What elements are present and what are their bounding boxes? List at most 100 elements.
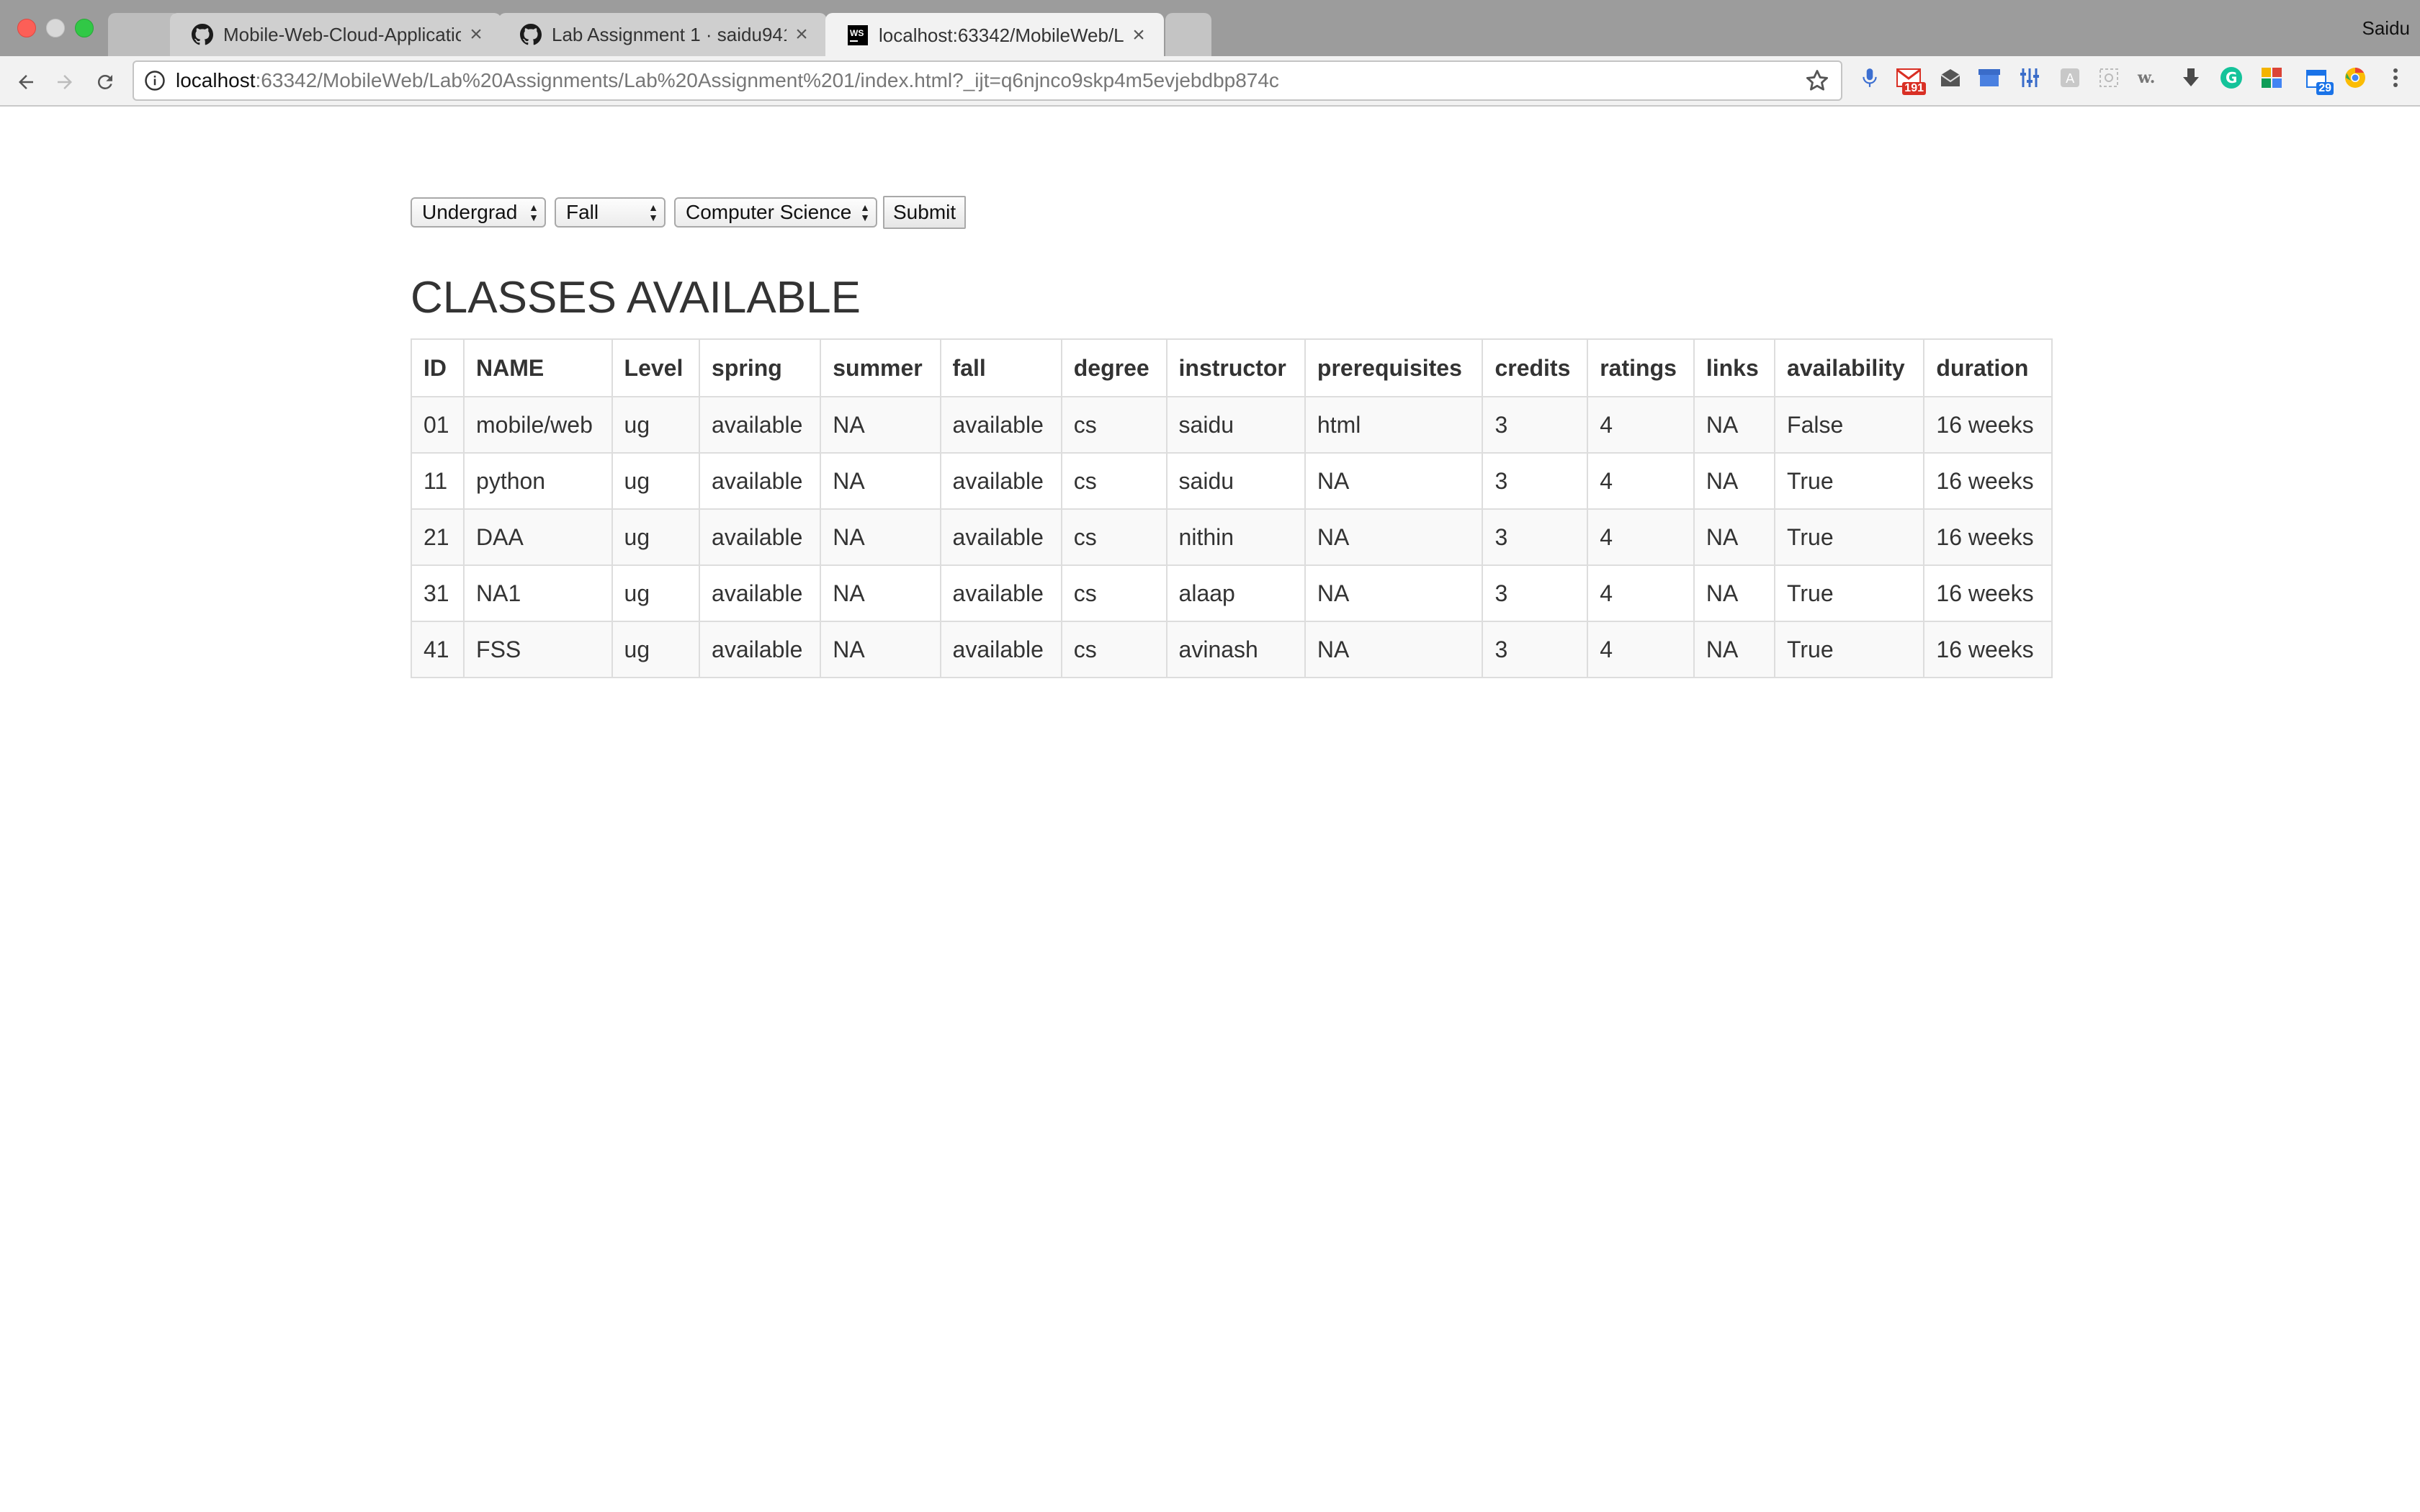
table-cell-degree: cs — [1060, 621, 1168, 678]
tab-localhost[interactable]: WS localhost:63342/MobileWeb/La × — [825, 13, 1164, 58]
table-cell-summer: NA — [820, 621, 941, 678]
table-cell-level: ug — [611, 508, 701, 566]
table-cell-fall: available — [939, 396, 1062, 454]
github-icon — [192, 24, 213, 45]
mail-checker-icon[interactable] — [1937, 65, 1963, 91]
arrow-left-icon — [19, 75, 33, 89]
screenshot-icon[interactable] — [2096, 65, 2122, 91]
more-menu-icon[interactable] — [2383, 65, 2408, 91]
grammarly-icon[interactable]: G — [2218, 65, 2244, 91]
column-header-prerequisites: prerequisites — [1304, 338, 1484, 397]
table-cell-availability: True — [1774, 564, 1925, 622]
table-cell-ratings: 4 — [1587, 564, 1695, 622]
back-button[interactable] — [10, 66, 42, 98]
reload-icon — [97, 74, 112, 89]
bookmark-star-icon[interactable] — [1803, 67, 1831, 94]
close-tab-icon[interactable]: × — [792, 24, 811, 45]
table-cell-availability: True — [1774, 621, 1925, 678]
table-cell-spring: available — [699, 621, 822, 678]
word-extension-icon[interactable]: w. — [2136, 65, 2162, 91]
close-window-button[interactable] — [17, 19, 36, 37]
microphone-icon[interactable] — [1857, 65, 1883, 91]
column-header-level: Level — [611, 338, 701, 397]
table-cell-summer: NA — [820, 452, 941, 510]
table-cell-links: NA — [1693, 564, 1776, 622]
new-tab-button[interactable] — [1165, 13, 1211, 56]
equalizer-icon[interactable] — [2017, 65, 2043, 91]
table-row: 41 FSS ug available NA available cs avinash NA 3 4… — [410, 621, 2053, 678]
table-cell-summer: NA — [820, 396, 941, 454]
reload-button[interactable] — [89, 66, 121, 98]
table-header-row: ID NAME Level spring summer fall degree instruc… — [410, 338, 2053, 397]
table-cell-level: ug — [611, 452, 701, 510]
arrow-right-icon — [58, 75, 72, 89]
level-select[interactable]: Undergrad ▲ ▼ — [411, 197, 546, 228]
table-cell-duration: 16 weeks — [1923, 564, 2053, 622]
download-icon[interactable] — [2178, 65, 2204, 91]
maximize-window-button[interactable] — [75, 19, 94, 37]
table-cell-id: 41 — [410, 621, 465, 678]
table-row: 01 mobile/web ug available NA available cs said… — [410, 396, 2053, 454]
close-tab-icon[interactable]: × — [1129, 24, 1148, 46]
tab-title: localhost:63342/MobileWeb/La — [879, 24, 1124, 46]
column-header-name: NAME — [463, 338, 613, 397]
table-cell-id: 11 — [410, 452, 465, 510]
semester-select-value: Fall — [566, 201, 599, 223]
column-header-degree: degree — [1060, 338, 1168, 397]
photos-extension-icon[interactable] — [2259, 65, 2285, 91]
minimize-window-button[interactable] — [46, 19, 65, 37]
column-header-links: links — [1693, 338, 1776, 397]
tab-lab-assignment[interactable]: Lab Assignment 1 · saidu941/M × — [498, 13, 827, 56]
url-text: localhost:63342/MobileWeb/Lab%20Assignme… — [176, 69, 1803, 92]
column-header-ratings: ratings — [1587, 338, 1695, 397]
table-cell-spring: available — [699, 508, 822, 566]
browser-tab-bar: Mobile-Web-Cloud-Application × Lab Assig… — [0, 0, 2420, 58]
forward-button[interactable] — [49, 66, 81, 98]
column-header-spring: spring — [699, 338, 822, 397]
table-cell-name: NA1 — [463, 564, 613, 622]
table-cell-prerequisites: NA — [1304, 564, 1484, 622]
calendar-day-badge: 29 — [2316, 82, 2334, 95]
table-cell-fall: available — [939, 564, 1062, 622]
department-select[interactable]: Computer Science ▲ ▼ — [674, 197, 877, 228]
table-cell-ratings: 4 — [1587, 396, 1695, 454]
table-cell-instructor: nithin — [1165, 508, 1306, 566]
semester-select[interactable]: Fall ▲ ▼ — [555, 197, 666, 228]
tab-title: Lab Assignment 1 · saidu941/M — [552, 23, 786, 45]
page-content: Undergrad ▲ ▼ Fall ▲ ▼ Computer Science ▲ ▼… — [0, 108, 2420, 1512]
url-host: localhost — [176, 69, 256, 91]
gmail-count-badge: 191 — [1902, 82, 1926, 95]
column-header-duration: duration — [1923, 338, 2053, 397]
webstorm-icon: WS — [847, 24, 869, 46]
tab-title: Mobile-Web-Cloud-Application — [223, 23, 461, 45]
profile-name[interactable]: Saidu — [2362, 17, 2411, 40]
column-header-id: ID — [410, 338, 465, 397]
table-cell-credits: 3 — [1482, 396, 1589, 454]
gray-extension-icon[interactable]: A — [2057, 65, 2083, 91]
tab-mobile-web-cloud[interactable]: Mobile-Web-Cloud-Application × — [170, 13, 501, 56]
table-cell-degree: cs — [1060, 564, 1168, 622]
table-cell-ratings: 4 — [1587, 452, 1695, 510]
level-select-value: Undergrad — [422, 201, 518, 223]
url-path: :63342/MobileWeb/Lab%20Assignments/Lab%2… — [255, 69, 1279, 91]
svg-text:A: A — [2066, 71, 2075, 86]
info-icon[interactable] — [144, 70, 166, 91]
close-tab-icon[interactable]: × — [467, 24, 485, 45]
table-row: 11 python ug available NA available cs saidu NA 3… — [410, 452, 2053, 510]
chrome-extension-icon[interactable] — [2342, 65, 2368, 91]
table-cell-name: python — [463, 452, 613, 510]
table-cell-degree: cs — [1060, 396, 1168, 454]
table-cell-summer: NA — [820, 508, 941, 566]
pinned-tab[interactable] — [108, 13, 180, 56]
archive-icon[interactable] — [1976, 65, 2002, 91]
submit-button[interactable]: Submit — [883, 196, 967, 229]
gmail-icon[interactable]: 191 — [1896, 65, 1926, 95]
table-cell-links: NA — [1693, 621, 1776, 678]
table-cell-instructor: saidu — [1165, 452, 1306, 510]
calendar-icon[interactable]: 29 — [2303, 65, 2334, 95]
classes-table: ID NAME Level spring summer fall degree instruc… — [410, 338, 2053, 678]
github-icon — [520, 24, 542, 45]
address-bar[interactable]: localhost:63342/MobileWeb/Lab%20Assignme… — [133, 60, 1842, 101]
table-cell-summer: NA — [820, 564, 941, 622]
table-cell-instructor: saidu — [1165, 396, 1306, 454]
